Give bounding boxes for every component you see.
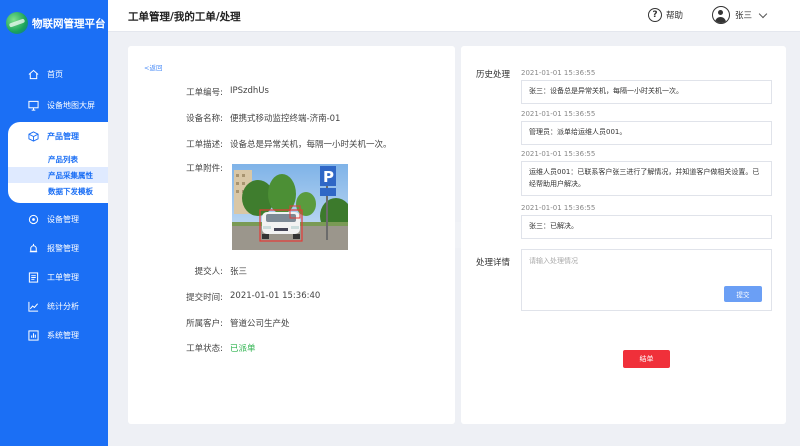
back-link[interactable]: <返回	[144, 62, 162, 72]
sidebar-item-label: 产品管理	[47, 132, 79, 141]
svg-text:P: P	[323, 168, 334, 186]
field-label: 提交人:	[194, 267, 223, 277]
field-label: 提交时间:	[186, 293, 223, 303]
sidebar-item-label: 设备管理	[47, 215, 79, 224]
field-value: IPSzdhUs	[230, 86, 269, 96]
history-text: 运维人员001：已联系客户张三进行了解情况，并知道客户做相关设置。已经帮助用户解…	[521, 161, 772, 196]
field-status: 工单状态: 已派单	[128, 342, 256, 354]
field-attachment: 工单附件:	[128, 162, 223, 174]
sidebar-subitem-data-template[interactable]: 数据下发模板	[8, 183, 108, 199]
sidebar-item-product[interactable]: 产品管理	[8, 122, 108, 151]
sidebar-item-screen[interactable]: 设备地图大屏	[0, 91, 108, 120]
field-ticket-no: 工单编号: IPSzdhUs	[128, 86, 269, 98]
field-value: 管道公司生产处	[230, 319, 290, 329]
sidebar-item-label: 系统管理	[47, 331, 79, 340]
field-value: 张三	[230, 267, 248, 277]
sidebar-subitem-product-attrs[interactable]: 产品采集属性	[8, 167, 108, 183]
history-time: 2021-01-01 15:36:55	[521, 110, 596, 118]
history-time: 2021-01-01 15:36:55	[521, 150, 596, 158]
history-label: 历史处理	[476, 70, 511, 80]
home-icon	[28, 69, 39, 80]
screen-icon	[28, 100, 39, 111]
help-button[interactable]: ? 帮助	[648, 8, 683, 22]
avatar	[712, 6, 730, 24]
field-device-name: 设备名称: 便携式移动监控终端-济南-01	[128, 112, 340, 124]
device-icon	[28, 214, 39, 225]
chart-icon	[28, 301, 39, 312]
sidebar-item-ticket[interactable]: 工单管理	[0, 263, 108, 292]
breadcrumb: 工单管理/我的工单/处理	[128, 11, 241, 23]
question-icon: ?	[648, 8, 662, 22]
ticket-detail-panel: <返回 工单编号: IPSzdhUs 设备名称: 便携式移动监控终端-济南-01…	[128, 46, 455, 424]
cube-icon	[28, 131, 39, 142]
chevron-down-icon	[758, 9, 768, 18]
field-value: 2021-01-01 15:36:40	[230, 291, 321, 301]
field-label: 设备名称:	[186, 114, 223, 124]
field-value: 设备总是异常关机，每隔一小时关机一次。	[230, 140, 392, 150]
process-detail-placeholder: 请输入处理情况	[529, 257, 578, 265]
field-value: 便携式移动监控终端-济南-01	[230, 114, 341, 124]
sidebar-item-stats[interactable]: 统计分析	[0, 292, 108, 321]
history-time: 2021-01-01 15:36:55	[521, 69, 596, 77]
history-entry: 2021-01-01 15:36:55 运维人员001：已联系客户张三进行了解情…	[521, 150, 772, 196]
sidebar-nav: 首页 设备地图大屏 产品管理 产品列表 产品采集属性 数据下发模板 设备管理 报…	[0, 60, 108, 350]
system-icon	[28, 330, 39, 341]
field-label: 工单附件:	[186, 164, 223, 174]
sidebar: 物联网管理平台 首页 设备地图大屏 产品管理 产品列表 产品采集属性 数据下发模…	[0, 0, 108, 446]
field-submit-time: 提交时间: 2021-01-01 15:36:40	[128, 291, 320, 303]
sidebar-item-label: 设备地图大屏	[47, 101, 95, 110]
close-ticket-button[interactable]: 结单	[623, 350, 670, 368]
field-label: 工单描述:	[186, 140, 223, 150]
sidebar-subitem-product-list[interactable]: 产品列表	[8, 151, 108, 167]
top-bar: 工单管理/我的工单/处理 ? 帮助 张三	[108, 0, 800, 32]
history-text: 管理员：派单给运维人员001。	[521, 121, 772, 145]
sidebar-item-label: 报警管理	[47, 244, 79, 253]
history-entry: 2021-01-01 15:36:55 张三：设备总是异常关机，每隔一小时关机一…	[521, 69, 772, 104]
process-detail-label: 处理详情	[476, 258, 511, 268]
process-panel: 历史处理 2021-01-01 15:36:55 张三：设备总是异常关机，每隔一…	[461, 46, 786, 424]
field-description: 工单描述: 设备总是异常关机，每隔一小时关机一次。	[128, 138, 392, 150]
sidebar-item-label: 首页	[47, 70, 63, 79]
sidebar-item-label: 统计分析	[47, 302, 79, 311]
process-detail-input[interactable]: 请输入处理情况 提交	[521, 249, 772, 311]
brand-logo-icon	[6, 12, 28, 34]
sidebar-item-alarm[interactable]: 报警管理	[0, 234, 108, 263]
sidebar-item-device[interactable]: 设备管理	[0, 205, 108, 234]
sidebar-item-home[interactable]: 首页	[0, 60, 108, 89]
sidebar-item-system[interactable]: 系统管理	[0, 321, 108, 350]
submit-button[interactable]: 提交	[724, 286, 762, 302]
app-title: 物联网管理平台	[32, 17, 106, 30]
ticket-icon	[28, 272, 39, 283]
history-text: 张三：设备总是异常关机，每隔一小时关机一次。	[521, 80, 772, 104]
field-submitter: 提交人: 张三	[128, 265, 247, 277]
brand: 物联网管理平台	[6, 12, 106, 34]
alarm-icon	[28, 243, 39, 254]
user-menu[interactable]: 张三	[712, 6, 768, 24]
field-label: 所属客户:	[186, 319, 223, 329]
user-name: 张三	[735, 11, 753, 21]
status-badge: 已派单	[230, 344, 256, 354]
sidebar-item-label: 工单管理	[47, 273, 79, 282]
history-time: 2021-01-01 15:36:55	[521, 204, 596, 212]
field-label: 工单状态:	[186, 344, 223, 354]
history-text: 张三：已解决。	[521, 215, 772, 239]
help-label: 帮助	[666, 11, 684, 21]
history-entry: 2021-01-01 15:36:55 张三：已解决。	[521, 204, 772, 239]
history-entry: 2021-01-01 15:36:55 管理员：派单给运维人员001。	[521, 110, 772, 145]
field-customer: 所属客户: 管道公司生产处	[128, 317, 290, 329]
field-label: 工单编号:	[186, 88, 223, 98]
attachment-image[interactable]: P	[232, 164, 348, 250]
sidebar-group-product: 产品管理 产品列表 产品采集属性 数据下发模板	[8, 122, 108, 203]
